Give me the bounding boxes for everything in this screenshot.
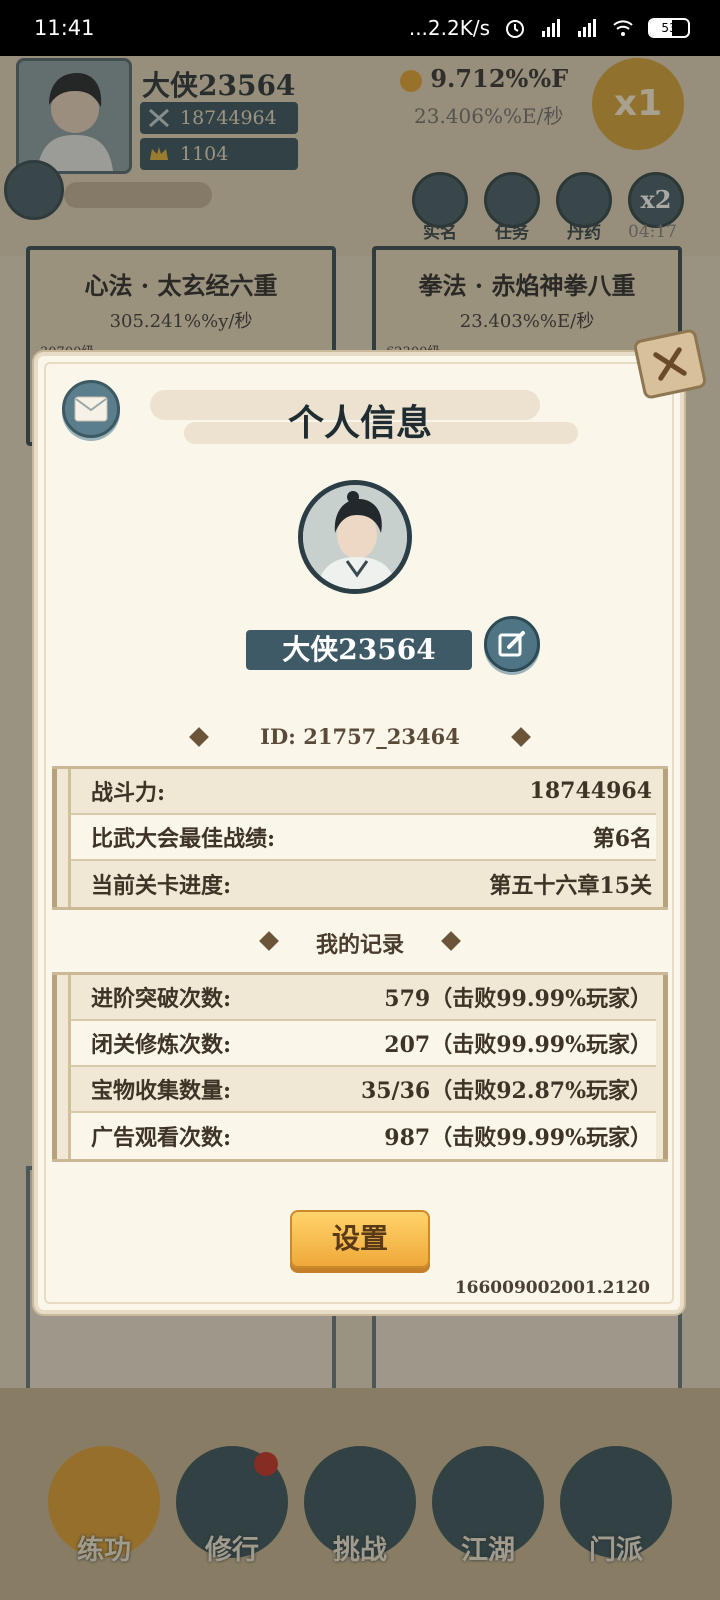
edit-icon bbox=[498, 631, 525, 657]
table-row: 进阶突破次数: 579（击败99.99%玩家） bbox=[68, 975, 656, 1021]
battery-icon: 53 bbox=[648, 18, 690, 38]
battery-level: 53 bbox=[661, 21, 677, 35]
row-label: 闭关修炼次数: bbox=[91, 1032, 232, 1058]
row-value: 207（击败99.99%玩家） bbox=[384, 1032, 652, 1058]
modal-title: 个人信息 bbox=[287, 402, 432, 444]
row-label: 比武大会最佳战绩: bbox=[91, 826, 276, 852]
row-value: 35/36（击败92.87%玩家） bbox=[360, 1078, 652, 1104]
player-id: ID: 21757_23464 bbox=[260, 724, 460, 749]
signal-icon-2 bbox=[578, 19, 596, 37]
settings-button[interactable]: 设置 bbox=[290, 1210, 430, 1268]
avatar-portrait-icon bbox=[303, 485, 407, 589]
stats-table: 战斗力: 18744964 比武大会最佳战绩: 第6名 当前关卡进度: 第五十六… bbox=[52, 766, 668, 910]
row-label: 宝物收集数量: bbox=[91, 1078, 232, 1104]
table-row: 广告观看次数: 987（击败99.99%玩家） bbox=[68, 1113, 656, 1159]
row-label: 广告观看次数: bbox=[91, 1125, 232, 1151]
version-text: 166009002001.2120 bbox=[454, 1278, 650, 1298]
row-value: 987（击败99.99%玩家） bbox=[384, 1125, 652, 1151]
row-value: 579（击败99.99%玩家） bbox=[384, 986, 652, 1012]
status-icons: ...2.2K/s 53 bbox=[409, 16, 690, 40]
table-row: 战斗力: 18744964 bbox=[68, 769, 656, 815]
status-time: 11:41 bbox=[34, 16, 95, 40]
profile-avatar[interactable] bbox=[298, 480, 412, 594]
signal-icon bbox=[542, 19, 560, 37]
table-row: 比武大会最佳战绩: 第6名 bbox=[68, 815, 656, 861]
row-label: 进阶突破次数: bbox=[91, 986, 232, 1012]
table-row: 当前关卡进度: 第五十六章15关 bbox=[68, 861, 656, 907]
envelope-icon bbox=[74, 396, 108, 422]
row-label: 战斗力: bbox=[91, 780, 166, 806]
edit-name-button[interactable] bbox=[484, 616, 540, 672]
table-row: 闭关修炼次数: 207（击败99.99%玩家） bbox=[68, 1021, 656, 1067]
status-bar: 11:41 ...2.2K/s 53 bbox=[0, 0, 720, 56]
row-value: 第6名 bbox=[592, 826, 652, 852]
row-value: 18744964 bbox=[529, 778, 652, 804]
network-speed: ...2.2K/s bbox=[408, 16, 490, 40]
records-table: 进阶突破次数: 579（击败99.99%玩家） 闭关修炼次数: 207（击败99… bbox=[52, 972, 668, 1162]
row-label: 当前关卡进度: bbox=[91, 873, 232, 899]
table-row: 宝物收集数量: 35/36（击败92.87%玩家） bbox=[68, 1067, 656, 1113]
close-icon bbox=[653, 347, 687, 381]
wifi-icon bbox=[613, 20, 633, 36]
mail-button[interactable] bbox=[62, 380, 120, 438]
profile-name: 大侠23564 bbox=[246, 630, 472, 670]
alarm-icon bbox=[506, 20, 524, 38]
row-value: 第五十六章15关 bbox=[489, 873, 652, 899]
